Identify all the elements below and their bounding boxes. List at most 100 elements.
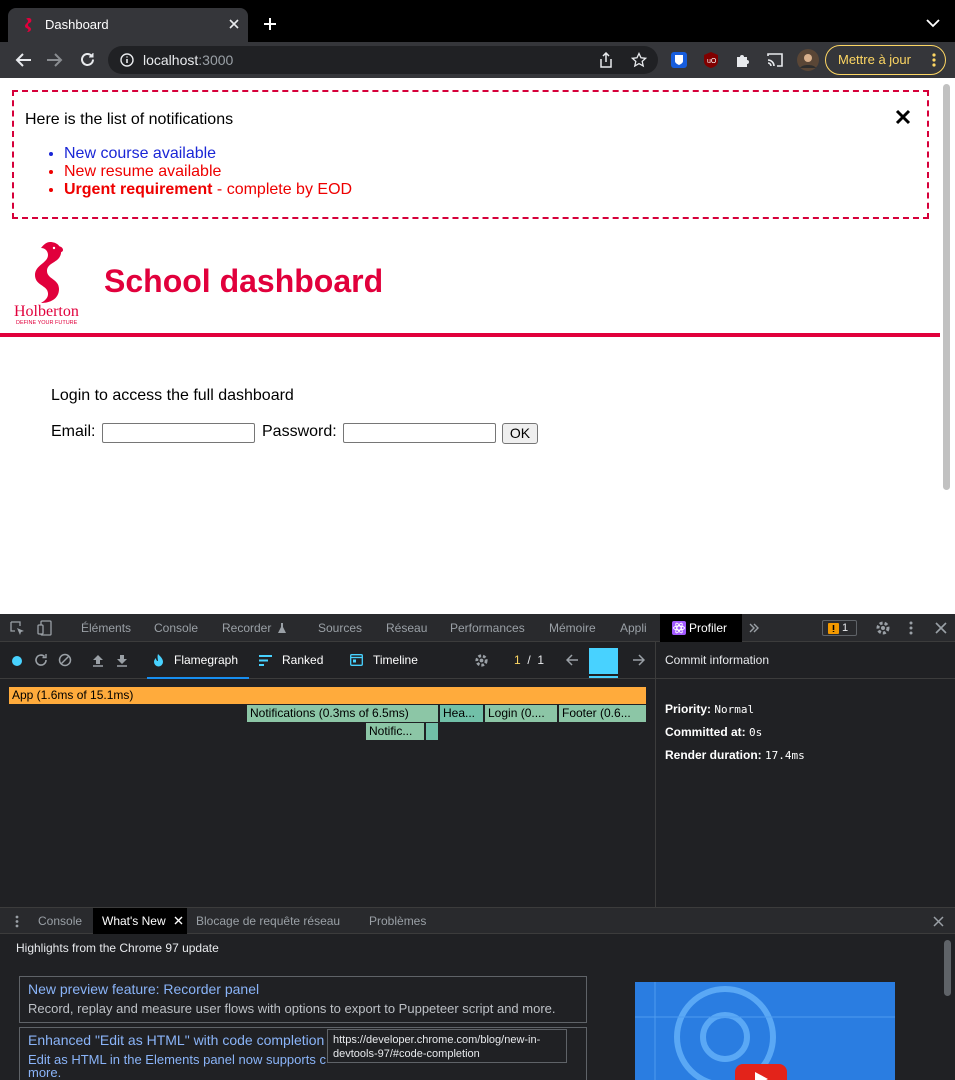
flame-bar-login[interactable]: Login (0.... — [485, 705, 557, 722]
prev-commit-arrow-icon[interactable] — [566, 654, 579, 666]
tab-ranked[interactable]: Ranked — [282, 653, 323, 667]
notifications-list: New course available New resume availabl… — [64, 145, 352, 199]
profiler-toolbar: Flamegraph Ranked Timeline 1 / 1 — [0, 642, 655, 679]
flame-bar-app[interactable]: App (1.6ms of 15.1ms) — [9, 687, 646, 704]
tab-search-chevron-icon[interactable] — [926, 19, 940, 28]
render-duration-row: Render duration: 17.4ms — [665, 748, 805, 762]
commit-bar-selected-indicator — [589, 676, 618, 678]
next-commit-arrow-icon[interactable] — [632, 654, 645, 666]
tab-flamegraph[interactable]: Flamegraph — [174, 653, 238, 667]
clear-icon[interactable] — [58, 653, 72, 667]
close-drawer-tab-icon[interactable] — [174, 916, 183, 925]
committed-at-row: Committed at: 0s — [665, 725, 763, 739]
ok-button[interactable]: OK — [502, 423, 538, 444]
record-icon[interactable] — [12, 656, 22, 666]
share-icon[interactable] — [599, 52, 613, 68]
tab-network[interactable]: Réseau — [386, 621, 427, 635]
holberton-favicon-icon — [22, 17, 34, 33]
reload-profile-icon[interactable] — [34, 653, 48, 667]
notifications-title: Here is the list of notifications — [25, 111, 234, 128]
new-tab-icon[interactable] — [263, 17, 277, 31]
card-title[interactable]: Enhanced "Edit as HTML" with code comple… — [28, 1032, 324, 1048]
back-arrow-icon[interactable] — [14, 52, 32, 68]
email-field[interactable] — [102, 423, 255, 443]
header-divider — [0, 333, 940, 337]
bookmark-star-icon[interactable] — [631, 52, 647, 68]
close-icon[interactable] — [894, 108, 914, 128]
tab-application[interactable]: Appli — [620, 621, 647, 635]
upload-icon[interactable] — [91, 653, 105, 667]
profile-avatar-icon[interactable] — [797, 49, 819, 71]
notification-item: New resume available — [64, 163, 352, 181]
commit-bar[interactable] — [589, 648, 618, 674]
issues-badge[interactable]: 1 — [822, 620, 857, 636]
ublock-extension-icon[interactable]: uO — [702, 51, 720, 69]
page-title: School dashboard — [104, 263, 384, 299]
devtools-tabbar: Éléments Console Recorder Sources Réseau… — [0, 614, 955, 642]
holberton-logo: Holberton DEFINE YOUR FUTURE — [12, 238, 94, 328]
priority-row: Priority: Normal — [665, 702, 755, 716]
drawer-tab-whats-new[interactable]: What's New — [93, 908, 187, 934]
notification-item: New course available — [64, 145, 352, 163]
priority-label: Priority — [665, 702, 708, 716]
card-title[interactable]: New preview feature: Recorder panel — [28, 981, 259, 997]
profiler-settings-gear-icon[interactable] — [474, 653, 489, 668]
flame-bar-notification-item[interactable]: Notific... — [366, 723, 424, 740]
update-button-label: Mettre à jour — [838, 52, 911, 67]
drawer-tab-console[interactable]: Console — [38, 914, 82, 928]
browser-toolbar: localhost:3000 uO Mettre à jour — [0, 42, 955, 78]
update-button[interactable]: Mettre à jour — [825, 45, 946, 75]
flame-bar-header[interactable]: Hea... — [440, 705, 483, 722]
gear-icon[interactable] — [875, 620, 891, 636]
drawer-tab-issues[interactable]: Problèmes — [369, 914, 426, 928]
flamegraph-chart: App (1.6ms of 15.1ms) Notifications (0.3… — [0, 679, 655, 907]
device-toolbar-icon[interactable] — [37, 620, 52, 636]
commit-total: 1 — [537, 653, 545, 667]
devtools-kebab-icon[interactable] — [909, 621, 913, 635]
drawer-tab-request-blocking[interactable]: Blocage de requête réseau — [196, 914, 340, 928]
tab-sources[interactable]: Sources — [318, 621, 362, 635]
tab-console[interactable]: Console — [154, 621, 198, 635]
close-drawer-icon[interactable] — [933, 916, 944, 927]
tab-profiler[interactable]: Profiler — [660, 614, 742, 642]
tab-performance[interactable]: Performances — [450, 621, 525, 635]
more-tabs-chevron-icon[interactable] — [748, 622, 760, 634]
bitwarden-extension-icon[interactable] — [670, 51, 688, 69]
password-field[interactable] — [343, 423, 496, 443]
flame-bar-footer[interactable]: Footer (0.6... — [559, 705, 646, 722]
tab-recorder[interactable]: Recorder — [222, 621, 271, 635]
extensions-puzzle-icon[interactable] — [734, 51, 752, 69]
reload-icon[interactable] — [79, 51, 96, 68]
flame-bar-notification-item[interactable] — [426, 723, 438, 740]
tab-timeline[interactable]: Timeline — [373, 653, 418, 667]
page-scrollbar[interactable] — [943, 84, 950, 490]
whats-new-highlights: Highlights from the Chrome 97 update — [16, 941, 219, 955]
forward-arrow-icon[interactable] — [46, 52, 64, 68]
close-tab-icon[interactable] — [228, 18, 240, 30]
drawer-kebab-icon[interactable] — [15, 915, 19, 928]
url-text: localhost:3000 — [143, 52, 233, 68]
cast-icon[interactable] — [766, 52, 784, 68]
flame-icon — [153, 653, 164, 667]
close-devtools-icon[interactable] — [935, 622, 947, 634]
whats-new-scrollbar[interactable] — [944, 940, 951, 996]
timeline-calendar-icon — [350, 653, 363, 666]
password-label: Password: — [262, 423, 337, 440]
inspect-element-icon[interactable] — [10, 621, 25, 636]
kebab-menu-icon[interactable] — [932, 53, 936, 67]
svg-text:uO: uO — [707, 58, 717, 65]
card-description-end: more. — [28, 1065, 62, 1080]
render-value: 17.4ms — [765, 749, 805, 762]
tab-memory[interactable]: Mémoire — [549, 621, 596, 635]
download-icon[interactable] — [115, 653, 129, 667]
site-info-icon[interactable] — [120, 53, 134, 67]
flame-bar-notifications[interactable]: Notifications (0.3ms of 6.5ms) — [247, 705, 438, 722]
browser-tab-dashboard[interactable]: Dashboard — [8, 8, 248, 42]
whats-new-card[interactable]: New preview feature: Recorder panel Reco… — [19, 976, 587, 1023]
url-port: :3000 — [198, 52, 234, 68]
issues-count: 1 — [842, 622, 849, 634]
commit-info-header: Commit information — [656, 642, 955, 679]
card-description: Record, replay and measure user flows wi… — [28, 1001, 556, 1016]
address-bar[interactable]: localhost:3000 — [108, 46, 658, 74]
tab-elements[interactable]: Éléments — [81, 621, 131, 635]
